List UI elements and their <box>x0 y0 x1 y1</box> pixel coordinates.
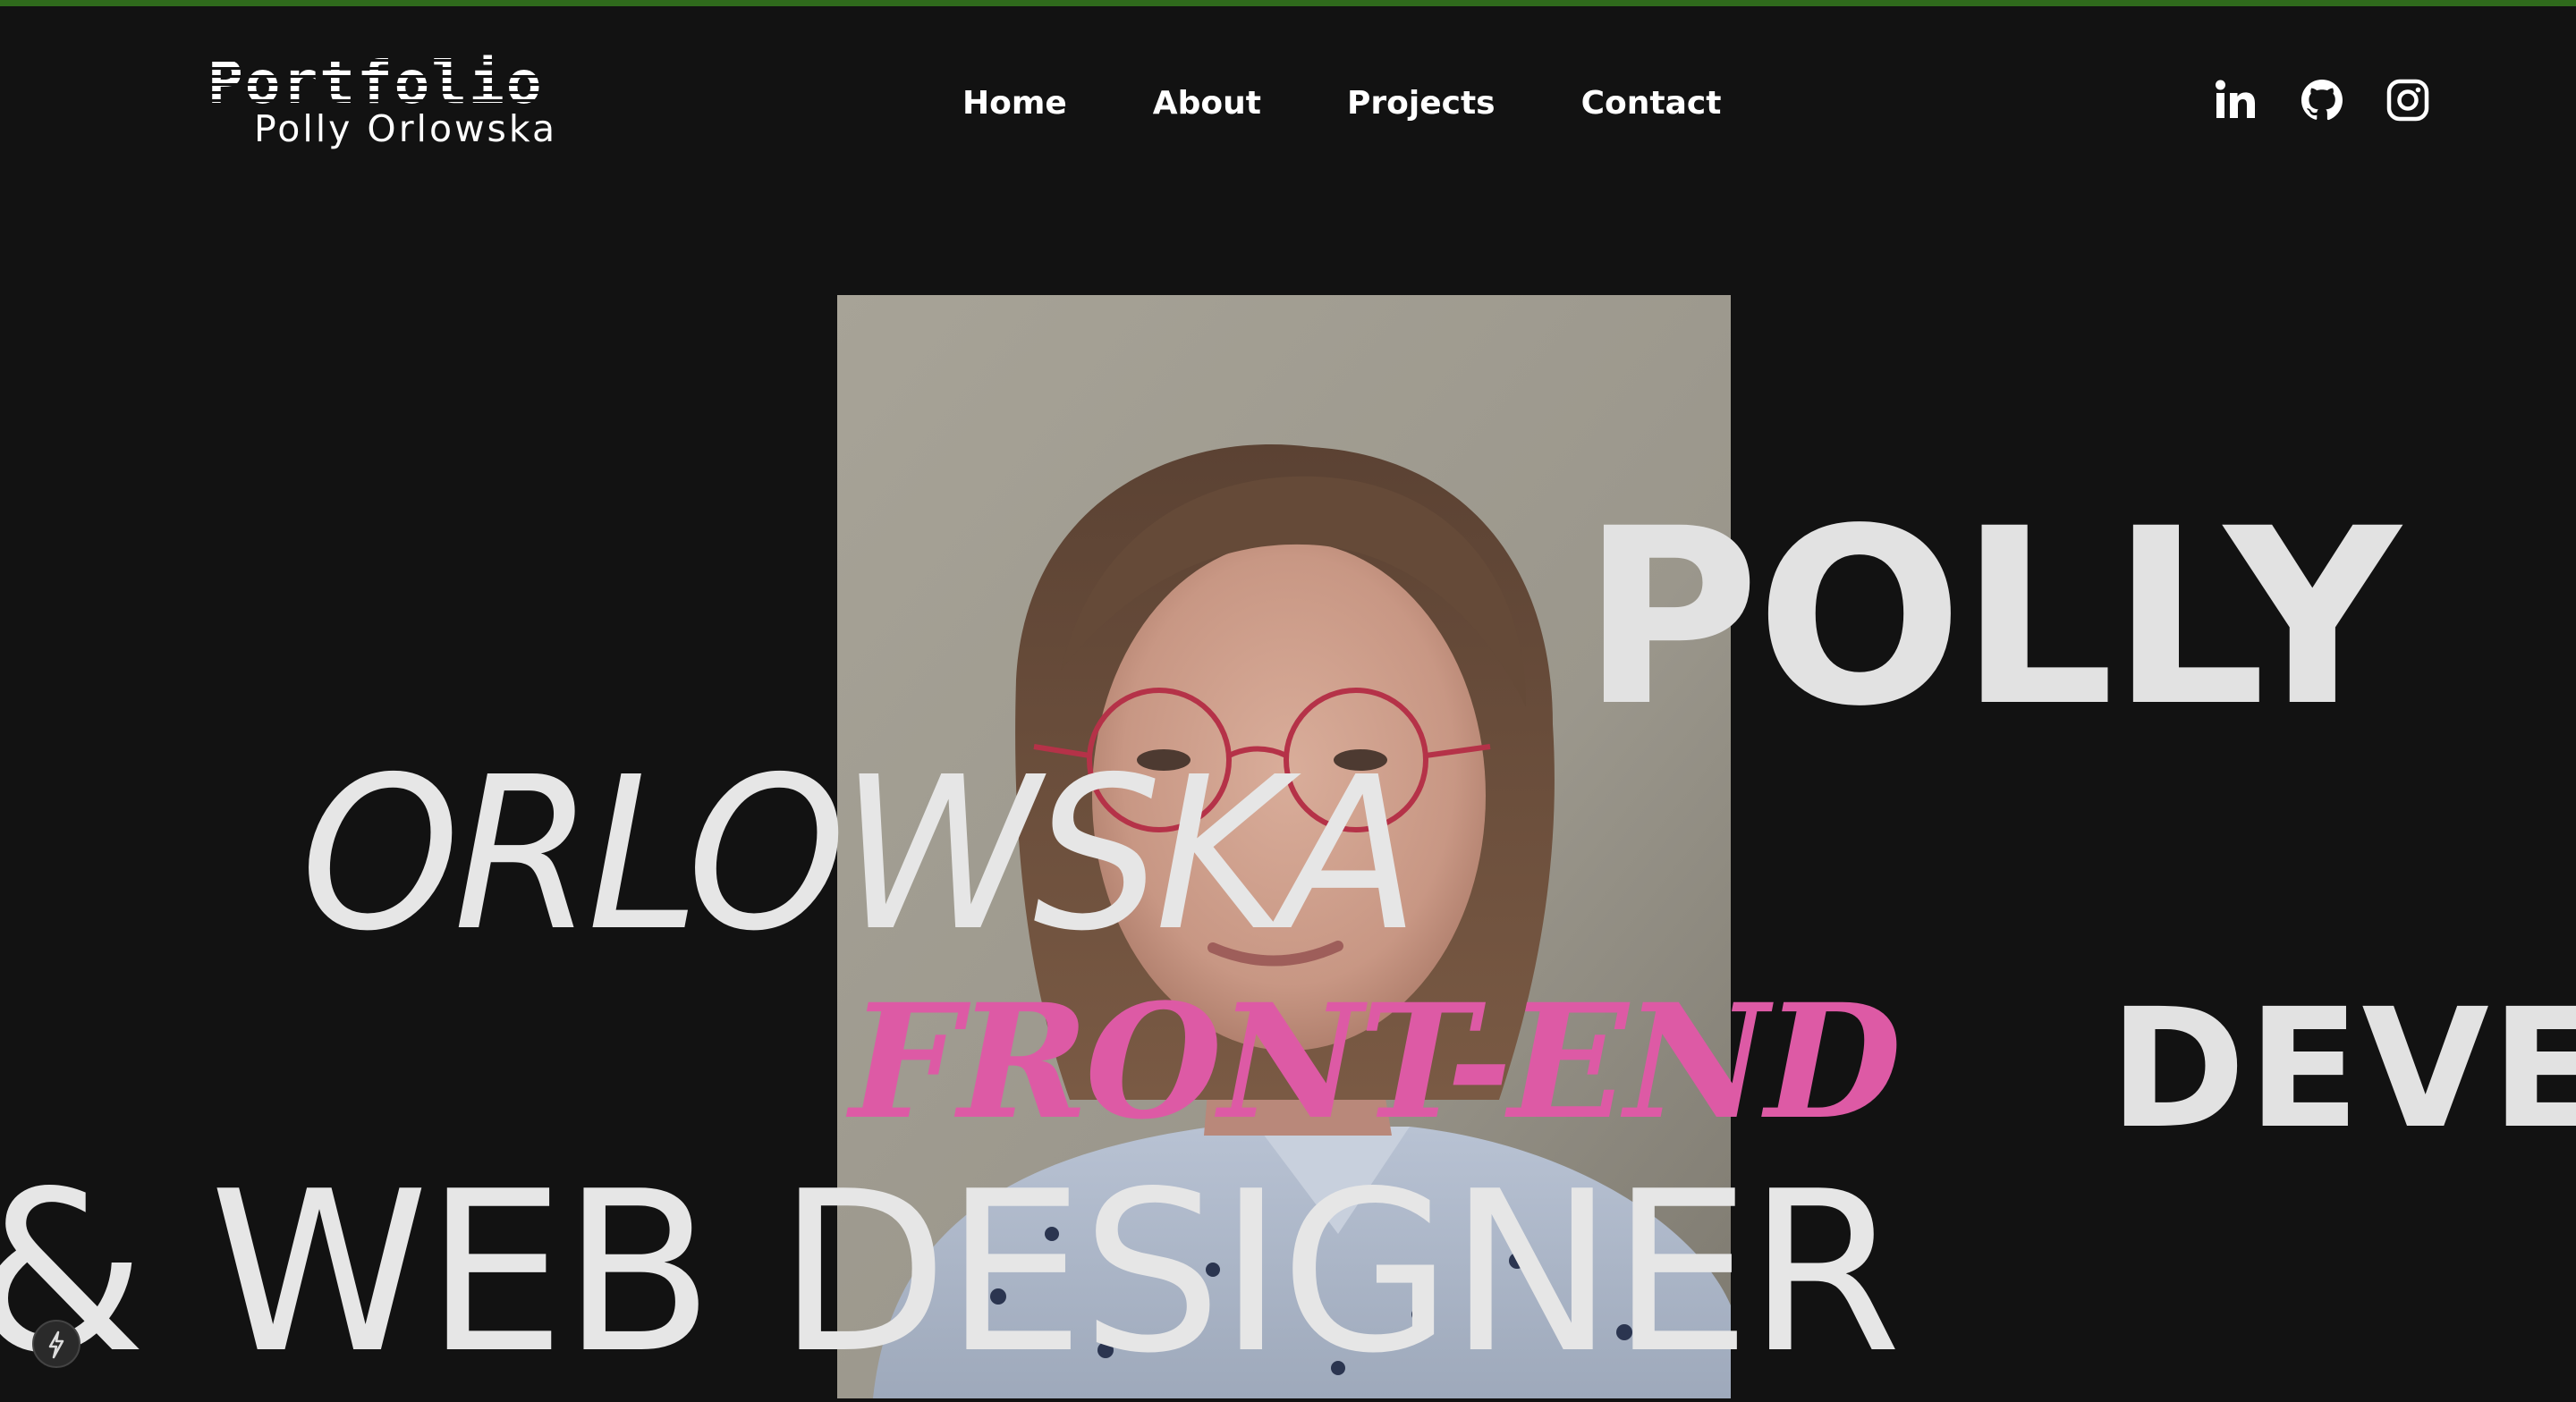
hero-role-highlight: FRONT-END <box>850 969 1902 1154</box>
nav-projects[interactable]: Projects <box>1347 85 1496 122</box>
social-links <box>2215 79 2429 122</box>
logo[interactable]: Portfolio Polly Orlowska <box>208 54 628 152</box>
instagram-icon[interactable] <box>2386 79 2429 122</box>
nav-about[interactable]: About <box>1153 85 1261 122</box>
github-icon[interactable] <box>2301 79 2343 122</box>
top-accent-line <box>0 0 2576 6</box>
linkedin-icon[interactable] <box>2215 79 2258 122</box>
hero-role-rest: DEVE <box>2109 974 2576 1165</box>
nav-contact[interactable]: Contact <box>1581 85 1722 122</box>
main-nav: Home About Projects Contact <box>962 80 1721 125</box>
nav-home[interactable]: Home <box>962 85 1067 122</box>
logo-subtitle: Polly Orlowska <box>254 107 558 150</box>
hero-role-line2: & WEB DESIGNER <box>0 1144 1902 1402</box>
lightning-icon[interactable] <box>32 1320 80 1368</box>
hero-last-name: ORLOWSKA <box>301 731 1419 977</box>
hero-first-name: POLLY <box>1581 477 2401 760</box>
